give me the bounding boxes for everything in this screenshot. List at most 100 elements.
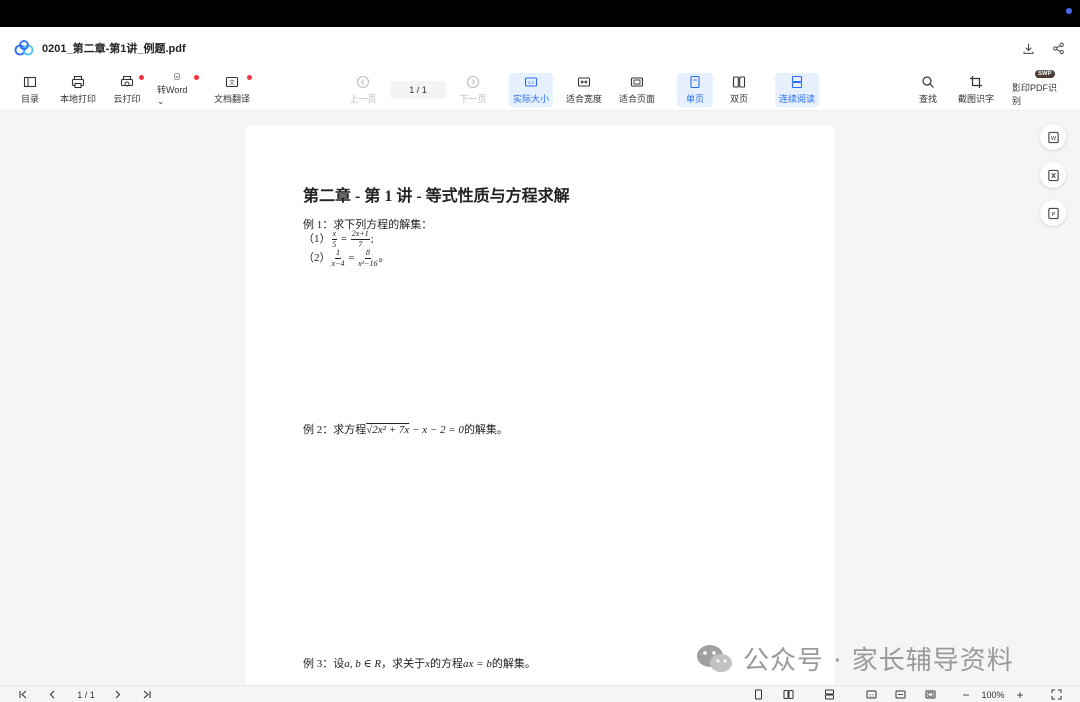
screenshot-ocr-button[interactable]: 截图识字 — [954, 73, 998, 107]
continuous-reading-label: 连续阅读 — [779, 94, 816, 104]
new-badge-dot — [194, 75, 199, 80]
sidebar-icon — [23, 76, 37, 88]
word-file-icon: W — [174, 73, 180, 80]
first-page-button[interactable] — [16, 688, 30, 701]
prev-page-button[interactable]: 上一页 — [344, 73, 382, 107]
find-button[interactable]: 查找 — [913, 73, 943, 107]
next-page-small-button[interactable] — [110, 688, 124, 701]
single-page-label: 单页 — [685, 94, 704, 104]
actual-size-small-button[interactable]: 1:1 — [864, 688, 878, 701]
printer-icon — [71, 75, 85, 89]
actual-size-label: 实际大小 — [513, 94, 550, 104]
screenshot-ocr-label: 截图识字 — [958, 94, 995, 104]
pdf-page: 第二章 - 第 1 讲 - 等式性质与方程求解 例 1：求下列方程的解集： （1… — [246, 126, 834, 686]
fit-width-label: 适合宽度 — [566, 94, 603, 104]
toc-button[interactable]: 目录 — [14, 73, 46, 107]
document-filename: 0201_第二章-第1讲_例题.pdf — [42, 43, 186, 55]
excel-convert-float-button[interactable] — [1040, 162, 1066, 188]
single-page-small-button[interactable] — [751, 688, 765, 701]
actual-size-icon: 1:1 — [866, 690, 876, 699]
toc-label: 目录 — [20, 94, 39, 104]
title-bar: 0201_第二章-第1讲_例题.pdf — [0, 27, 1080, 69]
svg-text:W: W — [176, 75, 179, 79]
svg-text:P: P — [1051, 211, 1055, 217]
local-print-button[interactable]: 本地打印 — [56, 73, 100, 107]
new-badge-dot — [139, 75, 144, 80]
fit-page-label: 适合页面 — [619, 94, 656, 104]
fullscreen-button[interactable] — [1049, 688, 1063, 701]
swp-badge: SWP — [1035, 70, 1055, 78]
prev-page-small-button[interactable] — [45, 688, 59, 701]
word-file-icon: W — [1047, 131, 1059, 143]
single-page-button[interactable]: 单页 — [677, 73, 713, 107]
continuous-small-button[interactable] — [822, 688, 836, 701]
toolbar: 目录 本地打印 云打印 W 转Word ⌄ 文 文档翻译 上一页 下一页 1:1… — [0, 69, 1080, 111]
ppt-convert-float-button[interactable]: P — [1040, 200, 1066, 226]
translate-label: 文档翻译 — [214, 94, 251, 104]
first-page-icon — [18, 690, 26, 699]
camera-indicator — [1066, 8, 1072, 14]
next-page-label: 下一页 — [459, 94, 487, 104]
zoom-out-button[interactable]: − — [959, 687, 973, 702]
example-3: 例 3：设a, b ∈ R，求关于x的方程ax = b的解集。 — [303, 658, 536, 670]
chevron-right-circle-icon — [466, 75, 480, 89]
cloud-print-label: 云打印 — [113, 94, 141, 104]
side-tools: W P — [1040, 124, 1066, 226]
actual-size-icon: 1:1 — [524, 77, 538, 87]
share-icon[interactable] — [1050, 40, 1066, 56]
double-page-small-button[interactable] — [781, 688, 795, 701]
word-convert-float-button[interactable]: W — [1040, 124, 1066, 150]
cloud-print-button[interactable]: 云打印 — [108, 73, 146, 107]
excel-file-icon — [1047, 169, 1059, 181]
svg-text:W: W — [1050, 135, 1056, 141]
translate-icon: 文 — [225, 76, 239, 88]
ppt-file-icon: P — [1047, 207, 1059, 219]
fit-page-button[interactable]: 适合页面 — [615, 73, 659, 107]
svg-text:1:1: 1:1 — [869, 693, 874, 697]
cloud-printer-icon — [120, 75, 134, 87]
fullscreen-icon — [1051, 689, 1061, 700]
app-logo-icon — [14, 40, 34, 56]
example-2: 例 2：求方程√2x² + 7x − x − 2 = 0的解集。 — [303, 424, 508, 436]
system-top-bar — [0, 0, 1080, 27]
bottom-page-indicator: 1 / 1 — [77, 689, 95, 700]
continuous-scroll-icon — [824, 689, 834, 700]
minus-icon: − — [962, 687, 970, 702]
actual-size-button[interactable]: 1:1 实际大小 — [509, 73, 553, 107]
local-print-label: 本地打印 — [60, 94, 97, 104]
single-page-icon — [690, 75, 700, 89]
double-page-icon — [732, 76, 746, 88]
translate-button[interactable]: 文 文档翻译 — [210, 73, 254, 107]
next-page-button[interactable]: 下一页 — [454, 73, 492, 107]
last-page-button[interactable] — [139, 688, 153, 701]
zoom-level: 100% — [981, 689, 1005, 700]
find-label: 查找 — [918, 94, 937, 104]
zoom-in-button[interactable]: + — [1013, 687, 1027, 702]
to-word-label: 转Word ⌄ — [157, 85, 188, 106]
chevron-down-icon: ⌄ — [157, 96, 165, 106]
page-title: 第二章 - 第 1 讲 - 等式性质与方程求解 — [303, 188, 570, 205]
double-page-button[interactable]: 双页 — [721, 73, 757, 107]
fit-page-icon — [630, 77, 644, 87]
single-page-icon — [754, 689, 762, 700]
to-word-button[interactable]: W 转Word ⌄ — [153, 73, 201, 107]
svg-text:文: 文 — [229, 79, 235, 87]
scan-pdf-ocr-button[interactable]: 影印PDF识别 — [1008, 73, 1068, 107]
download-icon[interactable] — [1020, 40, 1036, 56]
fit-page-icon — [925, 690, 935, 699]
example-1-item-2: （2） 1 x−4 = 8 x²−16。 — [303, 248, 390, 268]
continuous-reading-button[interactable]: 连续阅读 — [775, 73, 819, 107]
bottom-bar: 1 / 1 1:1 − 100% + — [0, 685, 1080, 702]
double-page-icon — [783, 690, 793, 699]
chevron-left-icon — [49, 690, 54, 699]
fit-width-button[interactable]: 适合宽度 — [562, 73, 606, 107]
watermark: 公众号 · 家长辅导资料 — [695, 640, 1014, 677]
fit-page-small-button[interactable] — [923, 688, 937, 701]
last-page-icon — [143, 690, 151, 699]
prev-page-label: 上一页 — [349, 94, 377, 104]
plus-icon: + — [1016, 687, 1024, 702]
double-page-label: 双页 — [729, 94, 748, 104]
fit-width-icon — [577, 77, 591, 87]
page-number-input[interactable]: 1 / 1 — [390, 81, 446, 99]
fit-width-small-button[interactable] — [893, 688, 907, 701]
